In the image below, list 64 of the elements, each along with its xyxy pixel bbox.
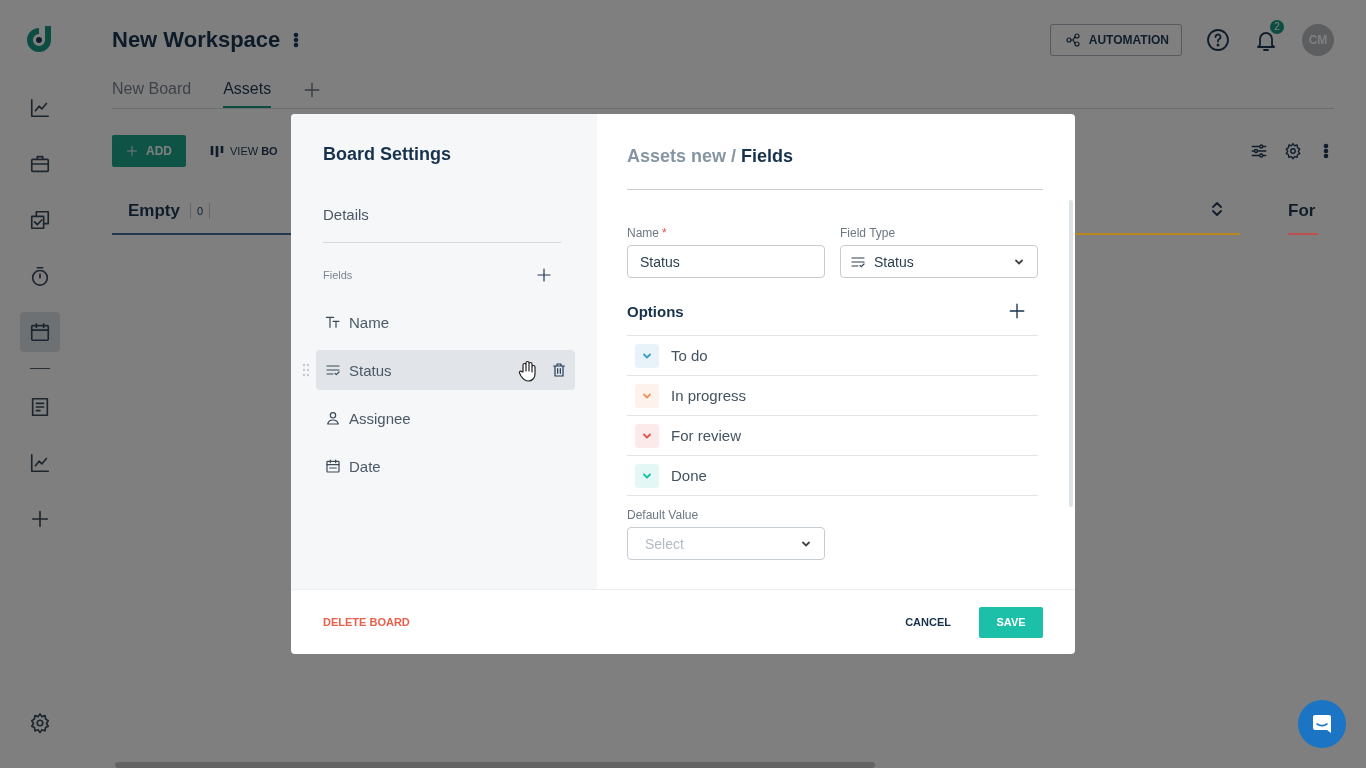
person-icon <box>325 410 341 426</box>
sidebar-item[interactable] <box>20 312 60 352</box>
breadcrumb-link[interactable]: Assets new / <box>627 146 737 166</box>
chat-icon <box>1311 713 1333 735</box>
details-link[interactable]: Details <box>323 206 575 223</box>
filter-icon[interactable] <box>1250 142 1268 160</box>
help-icon[interactable] <box>1206 28 1230 52</box>
option-label: For review <box>671 427 741 444</box>
field-label: Field Type <box>840 226 897 240</box>
field-label: Default Value <box>627 508 700 522</box>
board-tab[interactable]: New Board <box>112 80 192 108</box>
stopwatch-icon <box>29 265 51 287</box>
checklist-icon <box>29 209 51 231</box>
columns-icon <box>210 144 224 158</box>
section-label: Fields <box>323 269 353 281</box>
column-count: 0 <box>189 203 211 219</box>
option-label: In progress <box>671 387 747 404</box>
settings-icon[interactable] <box>1284 142 1302 160</box>
field-item[interactable]: Assignee <box>316 398 575 438</box>
name-input[interactable]: Status <box>627 245 825 278</box>
automation-button[interactable]: AUTOMATION <box>1049 24 1182 56</box>
document-icon <box>29 396 51 418</box>
hand-cursor-icon <box>518 360 538 382</box>
option-label: Done <box>671 467 707 484</box>
column-title: Empty <box>128 201 180 221</box>
field-type-select[interactable]: Status <box>840 245 1038 278</box>
plus-icon <box>126 145 138 157</box>
drag-handle-icon[interactable] <box>302 363 310 377</box>
column-title: For <box>1288 201 1316 221</box>
chart-icon <box>29 97 51 119</box>
section-title: Options <box>627 302 684 320</box>
save-button[interactable]: SAVE <box>979 606 1043 638</box>
field-label: Name <box>627 226 659 240</box>
breadcrumb-current: Fields <box>741 146 794 166</box>
calendar-icon <box>29 321 51 343</box>
color-picker[interactable] <box>635 383 659 408</box>
color-picker[interactable] <box>635 343 659 368</box>
text-icon <box>325 314 341 330</box>
cancel-button[interactable]: CANCEL <box>905 616 951 629</box>
briefcase-icon <box>29 153 51 175</box>
delete-board-button[interactable]: DELETE BOARD <box>323 616 410 629</box>
trash-icon[interactable] <box>551 362 567 378</box>
workspace-title: New Workspace <box>112 27 281 53</box>
add-icon[interactable] <box>536 267 552 283</box>
color-picker[interactable] <box>635 423 659 448</box>
add-button[interactable]: ADD <box>112 135 186 167</box>
field-item[interactable]: Date <box>316 446 575 486</box>
option-label: To do <box>671 347 708 364</box>
dialog-title: Board Settings <box>323 144 452 166</box>
scrollbar-thumb[interactable] <box>115 762 875 768</box>
color-picker[interactable] <box>635 463 659 488</box>
chart-icon <box>29 452 51 474</box>
board-tab[interactable]: Assets <box>223 80 272 108</box>
nodes-icon <box>1064 32 1081 48</box>
list-check-icon <box>325 362 341 378</box>
chat-button[interactable] <box>1298 700 1346 748</box>
required-mark: * <box>662 226 667 240</box>
settings-icon[interactable] <box>29 712 51 734</box>
notification-badge: 2 <box>1270 20 1284 34</box>
field-item[interactable]: Name <box>316 302 575 342</box>
add-icon[interactable] <box>1008 302 1026 320</box>
add-icon <box>29 508 51 530</box>
calendar-icon <box>325 458 341 474</box>
sort-icon[interactable] <box>1210 201 1224 217</box>
